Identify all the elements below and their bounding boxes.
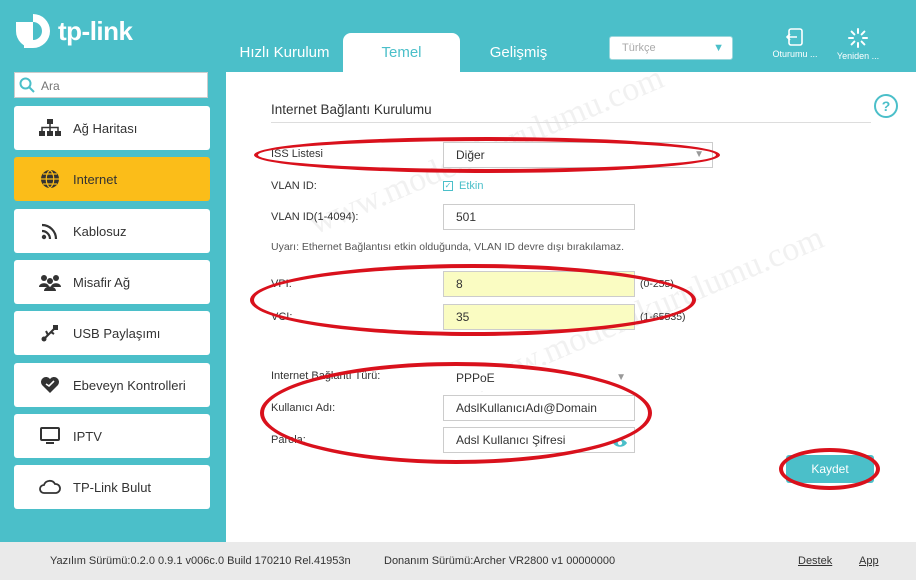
heart-icon [38, 373, 62, 397]
password-input[interactable]: Adsl Kullanıcı Şifresi [443, 427, 635, 453]
vlan-id-range-label: VLAN ID(1-4094): [271, 211, 359, 223]
language-select[interactable]: Türkçe ▼ [609, 36, 733, 60]
vpi-range: (0-255) [640, 278, 674, 290]
sidebar-item-tp-link-cloud[interactable]: TP-Link Bulut [14, 465, 210, 509]
sidebar-item-iptv[interactable]: IPTV [14, 414, 210, 458]
vlan-warning: Uyarı: Ethernet Bağlantısı etkin olduğun… [271, 241, 625, 253]
save-button[interactable]: Kaydet [786, 455, 874, 483]
vpi-label: VPI: [271, 278, 292, 290]
tp-link-logo-icon [16, 14, 50, 48]
tp-link-logo: tp-link [12, 10, 133, 52]
connection-type-value: PPPoE [456, 371, 495, 385]
vlan-enable-checkbox[interactable]: ✓ Etkin [443, 180, 483, 192]
sidebar-item-label: USB Paylaşımı [73, 325, 161, 341]
isp-list-value: Diğer [456, 148, 485, 162]
hardware-version: Donanım Sürümü:Archer VR2800 v1 00000000 [384, 555, 616, 567]
vci-label: VCI: [271, 311, 293, 323]
sidebar-item-label: Misafir Ağ [73, 274, 131, 290]
top-header: tp-link Hızlı Kurulum Temel Gelişmiş Tür… [0, 0, 916, 72]
app-link[interactable]: App [859, 555, 879, 567]
search-input[interactable] [39, 75, 203, 97]
network-map-icon [38, 116, 62, 140]
help-icon[interactable]: ? [874, 94, 898, 118]
title-divider [271, 122, 871, 123]
support-link[interactable]: Destek [798, 555, 832, 567]
isp-list-select[interactable]: Diğer ▼ [443, 142, 713, 168]
top-tabs: Hızlı Kurulum Temel Gelişmiş [226, 33, 577, 72]
sidebar-item-label: Ebeveyn Kontrolleri [73, 377, 186, 393]
vlan-id-input[interactable]: 501 [443, 204, 635, 230]
sidebar-item-label: Kablosuz [73, 223, 127, 239]
chevron-down-icon: ▼ [694, 149, 704, 160]
language-value: Türkçe [622, 42, 656, 54]
reboot-icon [848, 28, 868, 48]
sidebar-item-label: Internet [73, 171, 118, 187]
username-label: Kullanıcı Adı: [271, 402, 336, 414]
isp-list-label: ISS Listesi [271, 148, 323, 160]
sidebar-item-label: IPTV [73, 428, 102, 444]
vci-range: (1-65535) [640, 311, 686, 323]
brand-name: tp-link [58, 15, 133, 46]
sidebar-item-label: Ağ Haritası [73, 120, 138, 136]
firmware-version: Yazılım Sürümü:0.2.0 0.9.1 v006c.0 Build… [50, 555, 351, 567]
logout-icon [786, 28, 803, 46]
tab-basic[interactable]: Temel [343, 33, 460, 72]
username-input[interactable]: AdslKullanıcıAdı@Domain [443, 395, 635, 421]
vpi-input[interactable]: 8 [443, 271, 635, 297]
reboot-label: Yeniden ... [836, 51, 880, 61]
checkbox-icon: ✓ [443, 181, 453, 191]
sidebar-item-parental-controls[interactable]: Ebeveyn Kontrolleri [14, 363, 210, 407]
chevron-down-icon: ▼ [713, 42, 724, 54]
logout-label: Oturumu ... [772, 49, 818, 59]
footer: Yazılım Sürümü:0.2.0 0.9.1 v006c.0 Build… [0, 542, 916, 580]
search-box [14, 72, 208, 98]
password-label: Parola: [271, 434, 306, 446]
sidebar-item-internet[interactable]: Internet [14, 157, 210, 201]
tab-quick-setup[interactable]: Hızlı Kurulum [226, 33, 343, 72]
vlan-id-label: VLAN ID: [271, 180, 317, 192]
sidebar-item-label: TP-Link Bulut [73, 479, 152, 495]
tab-advanced[interactable]: Gelişmiş [460, 33, 577, 72]
globe-icon [38, 167, 62, 191]
chevron-down-icon: ▼ [616, 372, 626, 383]
password-value: Adsl Kullanıcı Şifresi [456, 433, 566, 447]
connection-type-label: Internet Bağlantı Türü: [271, 370, 381, 382]
search-icon [19, 77, 35, 93]
tv-icon [38, 424, 62, 448]
sidebar-item-network-map[interactable]: Ağ Haritası [14, 106, 210, 150]
guest-network-icon [38, 270, 62, 294]
sidebar-item-wireless[interactable]: Kablosuz [14, 209, 210, 253]
reboot-button[interactable]: Yeniden ... [828, 28, 888, 61]
logout-button[interactable]: Oturumu ... [765, 28, 825, 59]
sidebar-item-usb-sharing[interactable]: USB Paylaşımı [14, 311, 210, 355]
wireless-icon [38, 219, 62, 243]
sidebar-item-guest-network[interactable]: Misafir Ağ [14, 260, 210, 304]
cloud-icon [38, 475, 62, 499]
sidebar: Ağ Haritası Internet Kablosuz Misafir Ağ… [0, 72, 226, 542]
vci-input[interactable]: 35 [443, 304, 635, 330]
page-title: Internet Bağlantı Kurulumu [271, 102, 432, 117]
connection-type-select[interactable]: PPPoE ▼ [443, 365, 635, 391]
main-panel: www.modemkurulumu.com www.modemkurulumu.… [226, 59, 916, 542]
eye-icon[interactable] [612, 433, 628, 457]
vlan-enable-label: Etkin [459, 180, 484, 192]
usb-icon [38, 321, 62, 345]
